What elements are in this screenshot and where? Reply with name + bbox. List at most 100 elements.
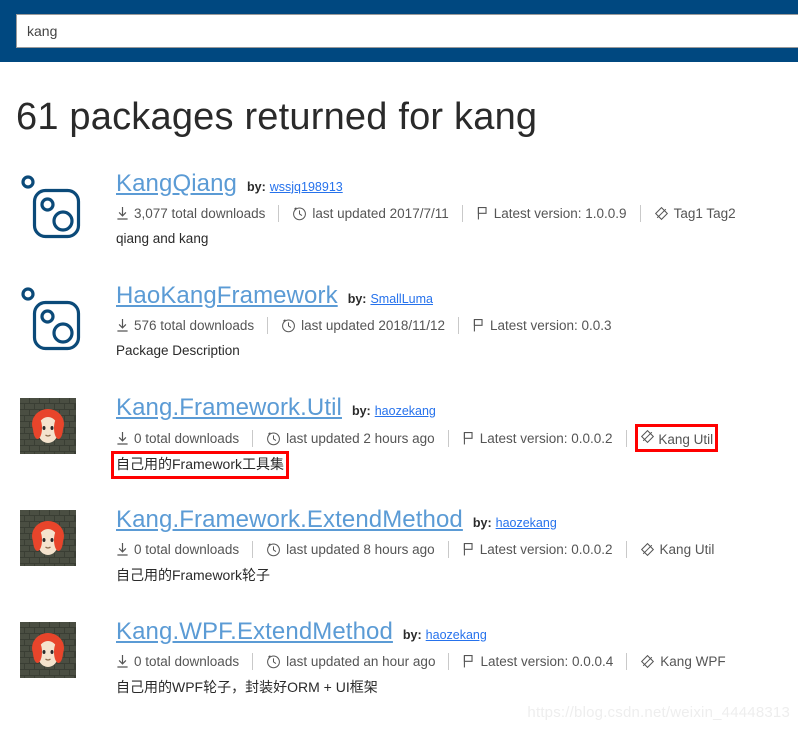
search-input[interactable] [16, 14, 798, 48]
package-title-link[interactable]: HaoKangFramework [116, 282, 338, 311]
meta-updated: last updated an hour ago [266, 654, 435, 669]
meta-version: Latest version: 0.0.3 [472, 318, 612, 333]
meta-tags[interactable]: Kang WPF [640, 654, 726, 670]
meta-tags[interactable]: Tag1 Tag2 [654, 206, 736, 221]
version-text: Latest version: 0.0.0.2 [479, 430, 613, 446]
meta-separator [626, 653, 628, 671]
tags-text: Kang WPF [660, 654, 726, 670]
package-row-2: HaoKangFramework by: SmallLuma 576 total… [16, 282, 782, 394]
package-row-1: KangQiang by: wssjq198913 3,077 total do… [16, 170, 782, 282]
package-body: Kang.WPF.ExtendMethod by: haozekang 0 to… [116, 618, 782, 697]
author-avatar-icon[interactable] [20, 621, 76, 678]
package-list: KangQiang by: wssjq198913 3,077 total do… [0, 170, 798, 730]
package-title-line: Kang.Framework.Util by: haozekang [116, 394, 782, 423]
package-author-link[interactable]: haozekang [496, 516, 557, 530]
package-row-4: Kang.Framework.ExtendMethod by: haozekan… [16, 506, 782, 618]
package-by-label: by: [347, 291, 367, 306]
package-icon-cell [16, 394, 116, 454]
meta-version: Latest version: 1.0.0.9 [476, 206, 627, 221]
package-description-highlighted: 自己用的Framework工具集 [110, 451, 290, 479]
flag-icon [476, 206, 489, 221]
package-title-link[interactable]: KangQiang [116, 170, 237, 199]
tags-text: Tag1 Tag2 [673, 206, 736, 222]
updated-text: last updated 8 hours ago [286, 542, 435, 558]
package-icon-cell [16, 282, 116, 352]
package-icon-cell [16, 506, 116, 566]
package-meta: 0 total downloads last updated an hour a… [116, 653, 782, 671]
nuget-default-package-icon[interactable] [20, 286, 82, 352]
download-icon [116, 431, 129, 446]
meta-version: Latest version: 0.0.0.2 [462, 431, 613, 446]
package-author-link[interactable]: SmallLuma [370, 292, 433, 306]
meta-downloads: 576 total downloads [116, 318, 254, 333]
package-meta: 0 total downloads last updated 8 hours a… [116, 541, 782, 559]
download-icon [116, 318, 129, 333]
package-meta: 576 total downloads last updated 2018/11… [116, 317, 782, 335]
updated-text: last updated 2018/11/12 [301, 318, 445, 334]
meta-separator [252, 429, 254, 447]
updated-text: last updated 2017/7/11 [312, 206, 449, 222]
package-icon-cell [16, 170, 116, 240]
package-author-link[interactable]: wssjq198913 [270, 180, 343, 194]
package-by-label: by: [247, 179, 266, 194]
package-description-text: qiang and kang [116, 231, 209, 247]
flag-icon [462, 654, 475, 669]
version-text: Latest version: 1.0.0.9 [493, 206, 627, 222]
meta-separator [625, 541, 627, 559]
meta-updated: last updated 8 hours ago [266, 542, 435, 557]
package-body: Kang.Framework.ExtendMethod by: haozekan… [116, 506, 782, 585]
package-description: 自己用的Framework工具集 [110, 451, 782, 479]
meta-tags[interactable]: Kang Util [640, 542, 715, 558]
package-author-link[interactable]: haozekang [375, 404, 436, 418]
nuget-default-package-icon[interactable] [20, 174, 82, 240]
clock-icon [266, 654, 281, 669]
package-by-label: by: [351, 403, 371, 418]
package-title-link[interactable]: Kang.Framework.ExtendMethod [116, 506, 463, 535]
package-by-label: by: [402, 627, 422, 642]
meta-separator [278, 205, 280, 223]
package-description: Package Description [116, 343, 782, 360]
package-title-line: Kang.WPF.ExtendMethod by: haozekang [116, 618, 782, 647]
meta-separator [457, 317, 459, 335]
download-icon [116, 654, 129, 669]
tag-icon [654, 206, 669, 221]
clock-icon [266, 431, 281, 446]
meta-version: Latest version: 0.0.0.2 [462, 542, 613, 557]
meta-updated: last updated 2018/11/12 [281, 318, 445, 333]
downloads-text: 0 total downloads [134, 542, 240, 558]
flag-icon [472, 318, 485, 333]
version-text: Latest version: 0.0.0.4 [480, 654, 614, 670]
meta-updated: last updated 2017/7/11 [292, 206, 449, 222]
package-by-label: by: [472, 515, 492, 530]
meta-downloads: 0 total downloads [116, 542, 239, 557]
downloads-text: 0 total downloads [134, 654, 240, 670]
version-text: Latest version: 0.0.3 [489, 318, 612, 334]
package-title-line: HaoKangFramework by: SmallLuma [116, 282, 782, 311]
package-body: KangQiang by: wssjq198913 3,077 total do… [116, 170, 782, 249]
updated-text: last updated 2 hours ago [286, 430, 435, 446]
package-description: 自己用的WPF轮子，封装好ORM + UI框架 [116, 679, 782, 697]
author-avatar-icon[interactable] [20, 509, 76, 566]
package-body: Kang.Framework.Util by: haozekang 0 tota… [110, 394, 782, 479]
package-title-line: Kang.Framework.ExtendMethod by: haozekan… [116, 506, 782, 535]
package-description-text: Package Description [116, 343, 240, 359]
meta-tags-highlighted[interactable]: Kang Util [634, 424, 719, 453]
meta-separator [447, 541, 449, 559]
meta-separator [639, 205, 641, 223]
package-author-link[interactable]: haozekang [426, 628, 487, 642]
author-avatar-icon[interactable] [20, 397, 76, 454]
meta-separator [461, 205, 463, 223]
package-meta: 0 total downloads last updated 2 hours a… [116, 424, 782, 453]
clock-icon [281, 318, 296, 333]
tags-text: Kang Util [658, 432, 714, 448]
downloads-text: 576 total downloads [134, 318, 255, 334]
meta-separator [448, 653, 450, 671]
package-title-link[interactable]: Kang.Framework.Util [116, 394, 342, 423]
download-icon [116, 206, 129, 221]
meta-separator [625, 429, 627, 447]
package-title-link[interactable]: Kang.WPF.ExtendMethod [116, 618, 393, 647]
version-text: Latest version: 0.0.0.2 [479, 542, 613, 558]
clock-icon [266, 542, 281, 557]
downloads-text: 0 total downloads [134, 430, 240, 446]
tags-text: Kang Util [659, 542, 715, 558]
